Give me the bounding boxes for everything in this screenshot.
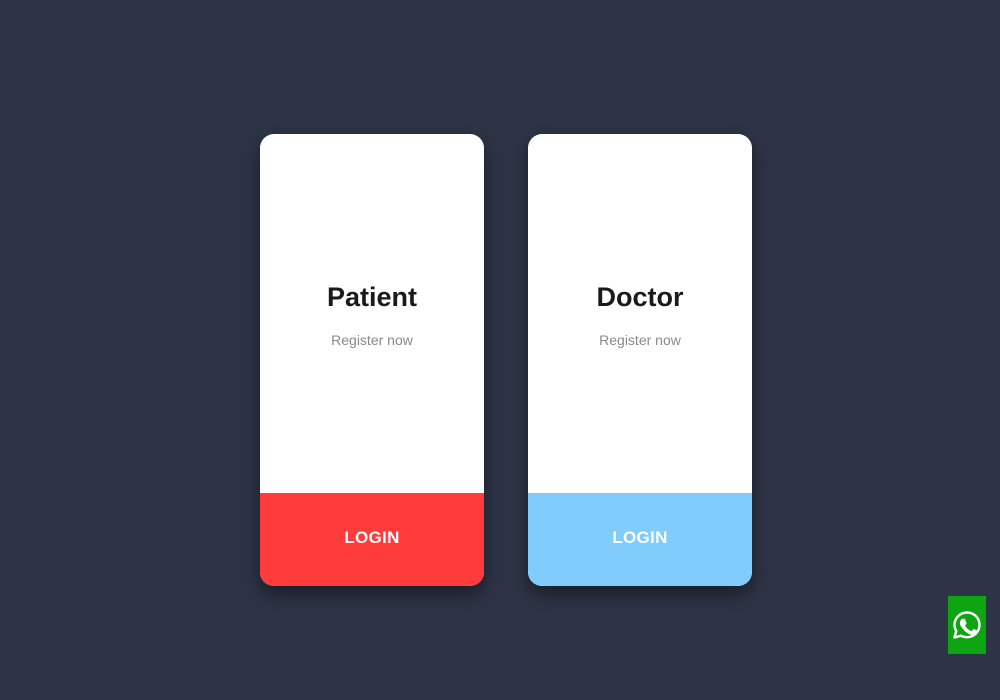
doctor-register-link[interactable]: Register now bbox=[528, 332, 752, 348]
patient-register-link[interactable]: Register now bbox=[260, 332, 484, 348]
whatsapp-button[interactable] bbox=[948, 596, 986, 654]
doctor-login-button[interactable]: LOGIN bbox=[528, 493, 752, 586]
patient-card-title: Patient bbox=[326, 282, 418, 312]
patient-card: Patient Register now LOGIN bbox=[260, 134, 484, 586]
doctor-card-title: Doctor bbox=[596, 282, 684, 312]
page-background: Patient Register now LOGIN Doctor Regist… bbox=[0, 0, 1000, 700]
patient-login-button[interactable]: LOGIN bbox=[260, 493, 484, 586]
whatsapp-icon bbox=[953, 611, 981, 639]
doctor-card: Doctor Register now LOGIN bbox=[528, 134, 752, 586]
